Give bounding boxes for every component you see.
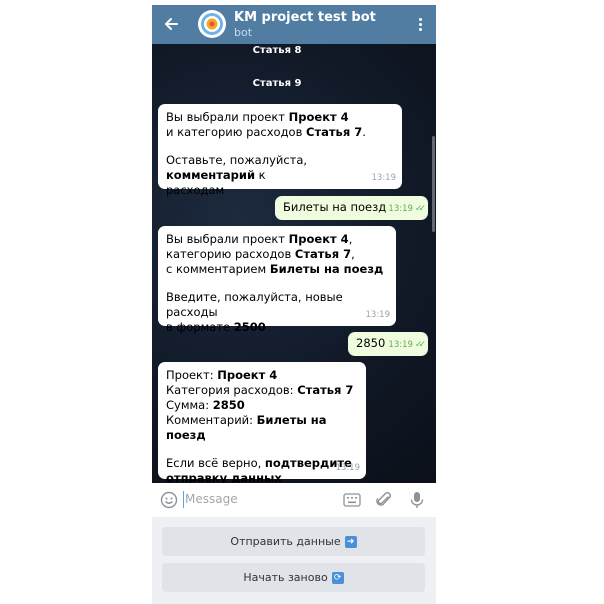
bot-reply-keyboard: Отправить данные ➜ Начать заново ⟳ [152,517,436,604]
attach-icon[interactable] [374,490,394,510]
more-menu-icon[interactable] [410,14,430,34]
button-label: Отправить данные [230,535,341,548]
message-line: Вы выбрали проект Проект 4 [166,110,349,124]
incoming-message[interactable]: Вы выбрали проект Проект 4 и категорию р… [158,104,402,197]
message-time: 13:19 [335,463,361,473]
message-line: Оставьте, пожалуйста, комментарий к [166,153,308,182]
message-line: Введите, пожалуйста, новые расходы [166,290,343,319]
bot-avatar[interactable] [198,10,226,38]
service-message: Статья 8 [252,45,302,56]
incoming-message[interactable]: Проект: Проект 4 Категория расходов: Ста… [158,362,366,483]
outgoing-message[interactable]: 2850 13:19 ✓✓ [348,332,428,356]
outgoing-message[interactable]: Билеты на поезд 13:19 ✓✓ [275,196,428,220]
back-button[interactable] [160,13,182,35]
target-logo-icon [201,13,223,35]
message-line: Проект: Проект 4 [166,368,278,382]
bot-keyboard-icon[interactable] [342,490,362,510]
message-input[interactable]: Message [185,492,238,506]
arrow-right-emoji-icon: ➜ [344,535,357,548]
button-label: Начать заново [243,571,328,584]
message-line: Комментарий: Билеты на поезд [166,413,327,442]
repeat-emoji-icon: ⟳ [331,571,344,584]
double-check-icon: ✓✓ [414,340,426,350]
chat-title[interactable]: KM project test bot [234,10,376,25]
emoji-icon[interactable] [159,490,179,510]
chat-subtitle: bot [234,26,253,39]
message-time: 13:19 [365,310,391,320]
message-line: и категорию расходов Статья 7. [166,125,366,139]
message-list[interactable]: Статья 8 Статья 9 Вы выбрали проект Прое… [152,44,436,483]
message-line: с комментарием Билеты на поезд [166,262,384,276]
chat-header: KM project test bot bot [152,5,436,44]
service-message: Статья 9 [252,78,302,89]
message-line: Если всё верно, подтвердите [166,456,352,470]
message-input-bar: Message [152,483,436,517]
arrow-left-icon [165,18,178,30]
scrollbar[interactable] [432,136,435,232]
message-line: категорию расходов Статья 7, [166,247,355,261]
message-line: Категория расходов: Статья 7 [166,383,354,397]
message-time: 13:19 ✓✓ [388,338,426,353]
message-line: Сумма: 2850 [166,398,245,412]
message-time: 13:19 [371,173,397,183]
message-line: Вы выбрали проект Проект 4, [166,232,353,246]
send-data-button[interactable]: Отправить данные ➜ [162,527,425,556]
incoming-message[interactable]: Вы выбрали проект Проект 4, категорию ра… [158,226,396,334]
message-time: 13:19 ✓✓ [388,202,426,217]
microphone-icon[interactable] [407,490,427,510]
restart-button[interactable]: Начать заново ⟳ [162,563,425,592]
message-line: отправку данных [166,471,282,483]
double-check-icon: ✓✓ [414,204,426,214]
text-cursor [183,491,184,508]
telegram-app: KM project test bot bot Статья 8 Статья … [152,0,436,604]
